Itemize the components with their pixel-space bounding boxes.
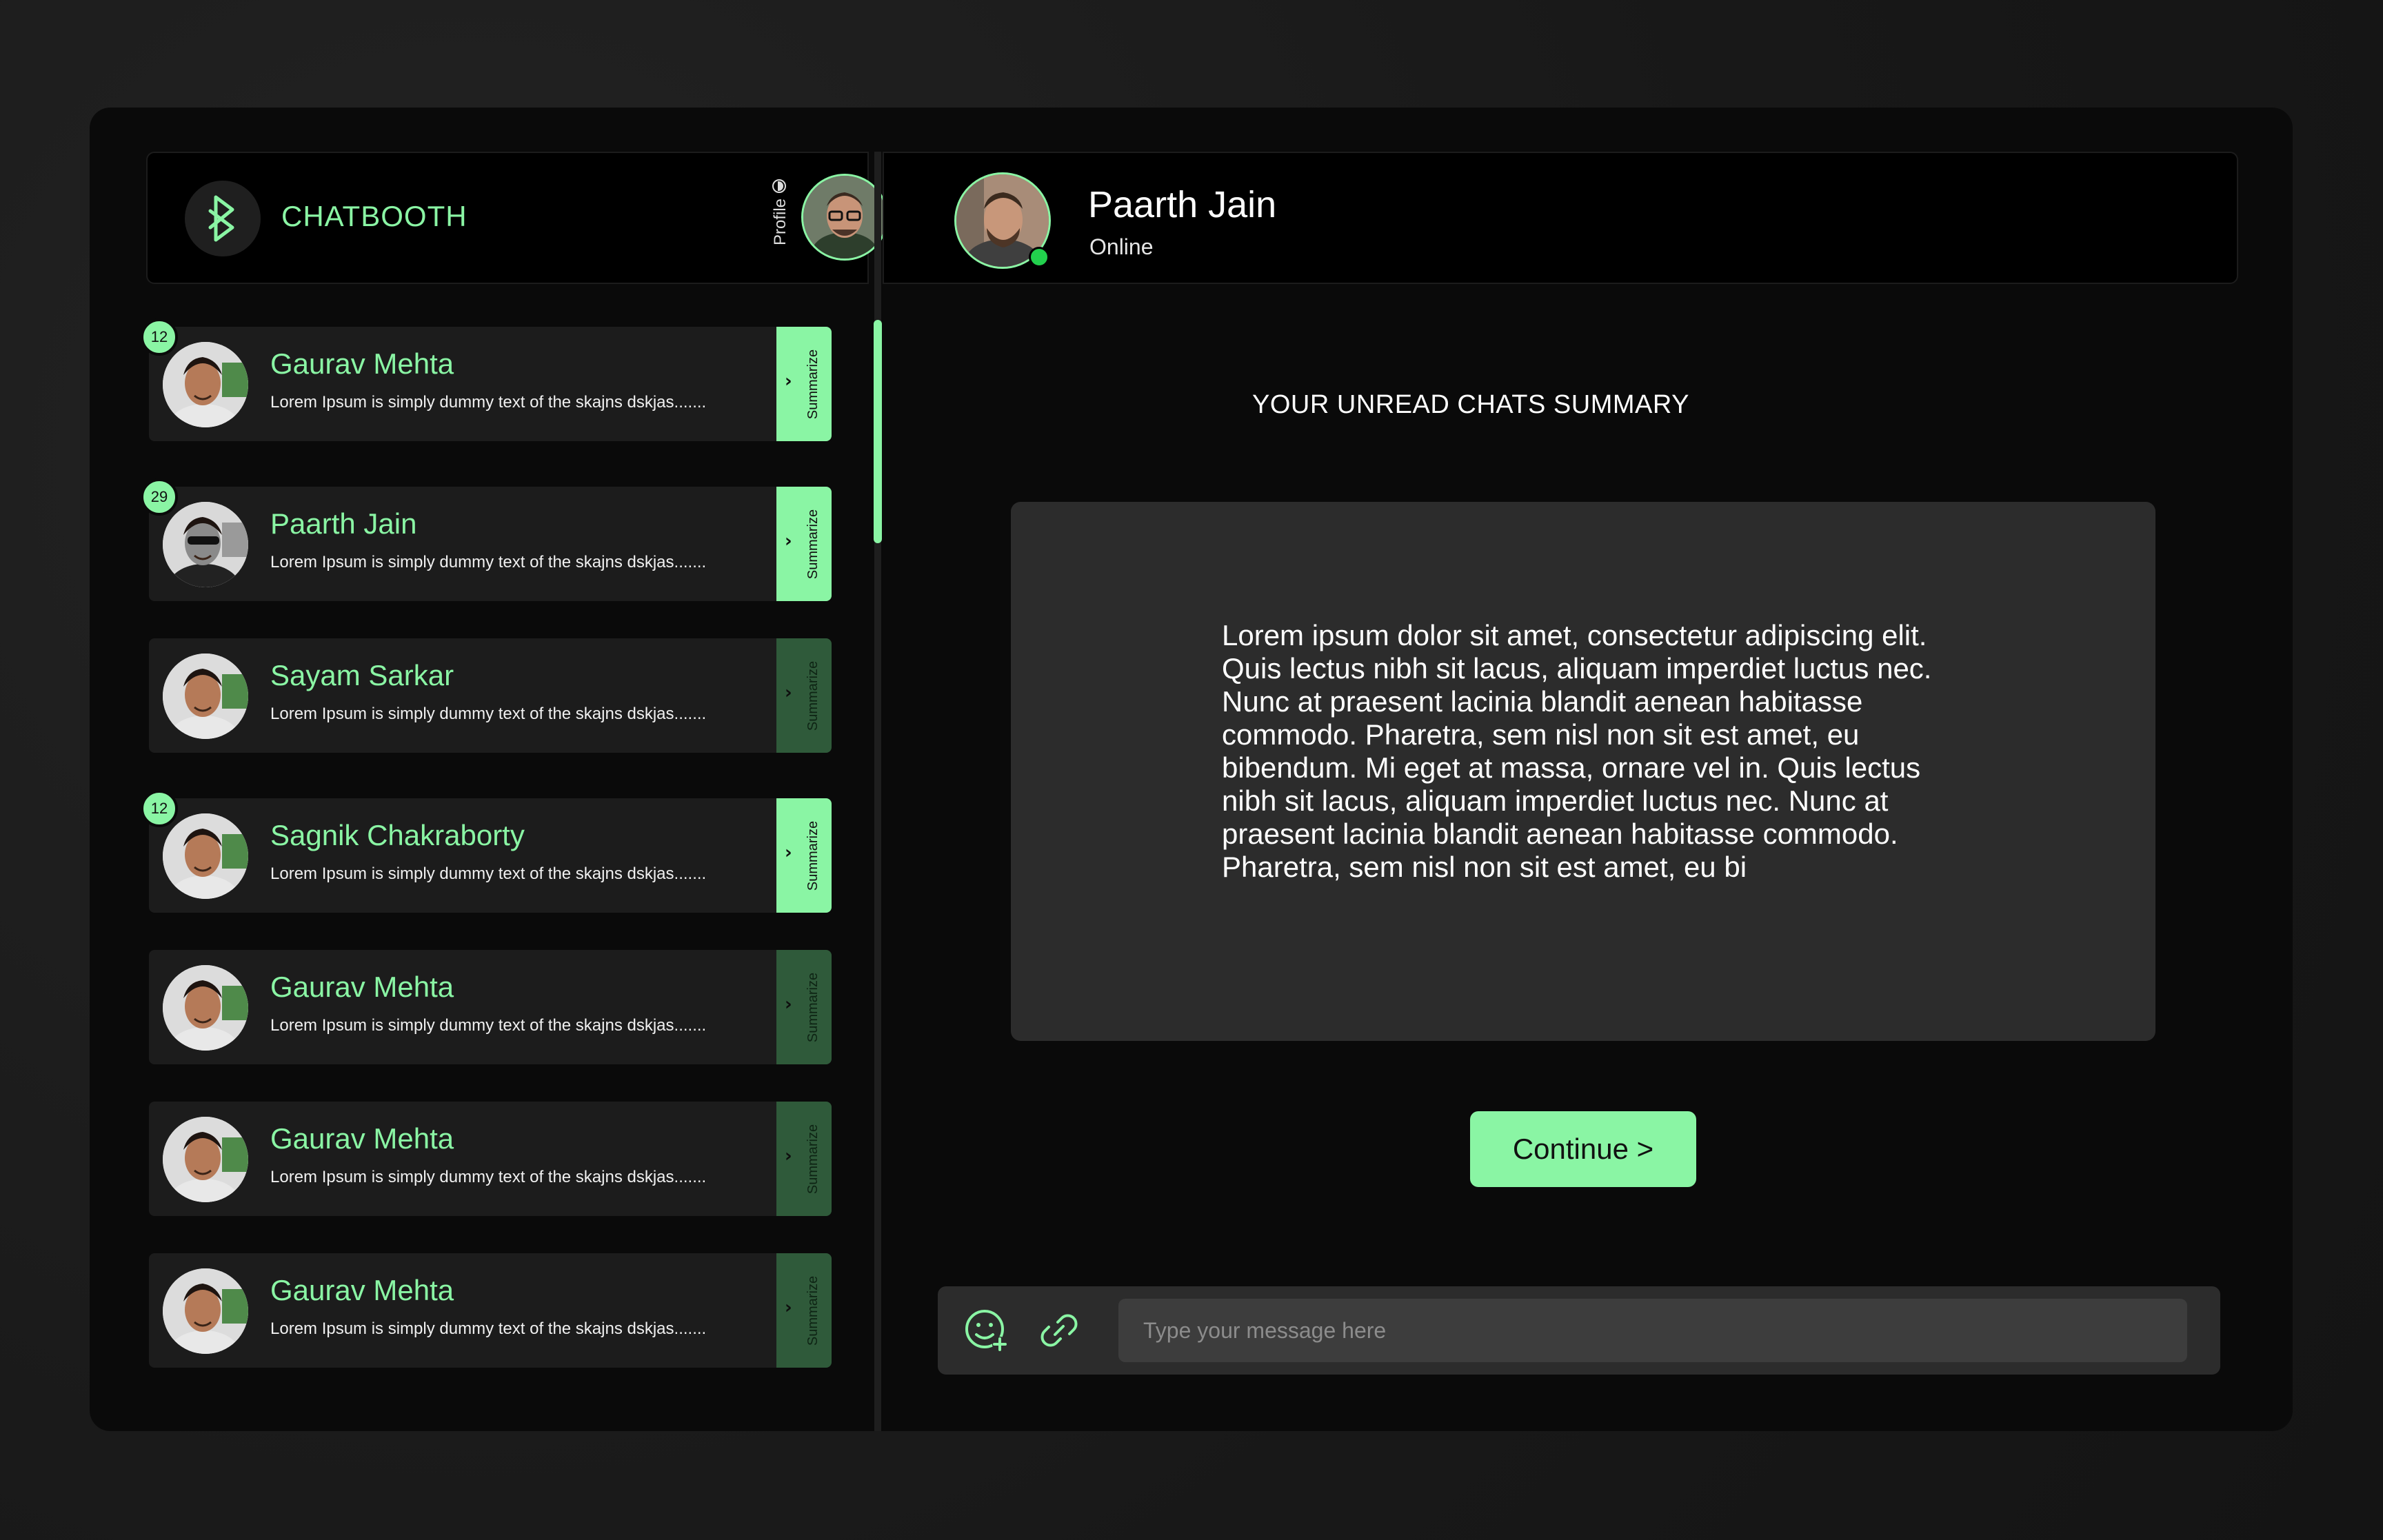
chevron-right-icon: › xyxy=(785,994,792,1015)
online-status-dot xyxy=(1029,247,1049,267)
chat-name: Gaurav Mehta xyxy=(270,1274,454,1306)
chat-person-icon xyxy=(163,965,248,1051)
message-composer xyxy=(938,1286,2220,1375)
chevron-right-icon: › xyxy=(785,1297,792,1318)
summarize-label: Summarize xyxy=(805,972,821,1042)
profile-label-text: Profile xyxy=(771,198,790,246)
chevron-right-icon: › xyxy=(785,1146,792,1166)
chat-name: Gaurav Mehta xyxy=(270,971,454,1003)
summary-box: Lorem ipsum dolor sit amet, consectetur … xyxy=(1011,502,2155,1041)
summary-text: Lorem ipsum dolor sit amet, consectetur … xyxy=(1222,619,1932,883)
chat-preview: Lorem Ipsum is simply dummy text of the … xyxy=(270,1168,707,1186)
chat-person-icon xyxy=(163,502,248,587)
unread-badge: 12 xyxy=(141,318,178,356)
summarize-label: Summarize xyxy=(805,1124,821,1194)
unread-badge: 12 xyxy=(141,790,178,827)
emoji-add-icon[interactable] xyxy=(961,1306,1011,1355)
chat-person-icon xyxy=(163,342,248,427)
contact-name: Paarth Jain xyxy=(1088,184,1277,225)
chat-list-item[interactable]: Gaurav Mehta Lorem Ipsum is simply dummy… xyxy=(149,950,832,1064)
chevron-right-icon: › xyxy=(785,531,792,551)
summarize-button[interactable]: › Summarize xyxy=(776,1102,832,1216)
chevron-right-icon: › xyxy=(785,371,792,392)
chat-preview: Lorem Ipsum is simply dummy text of the … xyxy=(270,553,707,571)
chat-avatar xyxy=(163,1268,248,1354)
chat-name: Sagnik Chakraborty xyxy=(270,819,525,851)
continue-button[interactable]: Continue > xyxy=(1470,1111,1696,1187)
profile-person-icon xyxy=(803,176,886,259)
summarize-button[interactable]: › Summarize xyxy=(776,327,832,441)
chat-avatar xyxy=(163,1117,248,1202)
summarize-button[interactable]: › Summarize xyxy=(776,950,832,1064)
summarize-button[interactable]: › Summarize xyxy=(776,1253,832,1368)
summarize-label: Summarize xyxy=(805,820,821,891)
chat-person-icon xyxy=(163,813,248,899)
profile-label[interactable]: Profile xyxy=(767,181,794,263)
summarize-button[interactable]: › Summarize xyxy=(776,487,832,601)
chat-avatar xyxy=(163,342,248,427)
chat-name: Gaurav Mehta xyxy=(270,347,454,380)
chat-name: Gaurav Mehta xyxy=(270,1122,454,1155)
summarize-button[interactable]: › Summarize xyxy=(776,798,832,913)
chat-name: Sayam Sarkar xyxy=(270,659,454,691)
chat-preview: Lorem Ipsum is simply dummy text of the … xyxy=(270,1319,707,1338)
profile-dot-icon xyxy=(772,179,786,193)
chat-list-item[interactable]: Gaurav Mehta Lorem Ipsum is simply dummy… xyxy=(149,1102,832,1216)
chat-list-item[interactable]: 12 Gaurav Mehta Lorem Ipsum is simply du… xyxy=(141,318,832,441)
chat-avatar xyxy=(163,813,248,899)
chat-name: Paarth Jain xyxy=(270,507,417,540)
unread-badge: 29 xyxy=(141,478,178,516)
message-input[interactable] xyxy=(1118,1299,2187,1362)
chat-person-icon xyxy=(163,654,248,739)
summarize-button[interactable]: › Summarize xyxy=(776,638,832,753)
chat-person-icon xyxy=(163,1268,248,1354)
chat-avatar xyxy=(163,965,248,1051)
chevron-right-icon: › xyxy=(785,842,792,863)
summarize-label: Summarize xyxy=(805,509,821,579)
chat-header: Paarth Jain Online xyxy=(883,152,2238,284)
brand-name: CHATBOOTH xyxy=(281,200,467,232)
chat-list-scrollbar[interactable] xyxy=(874,320,882,543)
chat-list-item[interactable]: 12 Sagnik Chakraborty Lorem Ipsum is sim… xyxy=(141,790,832,913)
contact-status: Online xyxy=(1089,234,1154,259)
chat-avatar xyxy=(163,654,248,739)
chat-preview: Lorem Ipsum is simply dummy text of the … xyxy=(270,393,707,412)
chevron-right-icon: › xyxy=(785,682,792,703)
chat-person-icon xyxy=(163,1117,248,1202)
sidebar-header: CHATBOOTH Profile xyxy=(146,152,888,284)
chat-preview: Lorem Ipsum is simply dummy text of the … xyxy=(270,1016,707,1035)
bluetooth-b-icon xyxy=(208,195,234,242)
summarize-label: Summarize xyxy=(805,660,821,731)
summary-title: YOUR UNREAD CHATS SUMMARY xyxy=(1252,390,1689,419)
chat-preview: Lorem Ipsum is simply dummy text of the … xyxy=(270,864,707,883)
summarize-label: Summarize xyxy=(805,1275,821,1346)
chat-list-item[interactable]: Sayam Sarkar Lorem Ipsum is simply dummy… xyxy=(149,638,832,753)
chat-list-item[interactable]: Gaurav Mehta Lorem Ipsum is simply dummy… xyxy=(149,1253,832,1368)
chat-avatar xyxy=(163,502,248,587)
brand-logo xyxy=(185,181,261,256)
chat-preview: Lorem Ipsum is simply dummy text of the … xyxy=(270,705,707,723)
chat-list-item[interactable]: 29 Paarth Jain Lorem Ipsum is simply dum… xyxy=(141,478,832,601)
app-window: CHATBOOTH Profile Paarth Jain Online 12 … xyxy=(90,108,2293,1431)
link-icon[interactable] xyxy=(1034,1306,1084,1355)
